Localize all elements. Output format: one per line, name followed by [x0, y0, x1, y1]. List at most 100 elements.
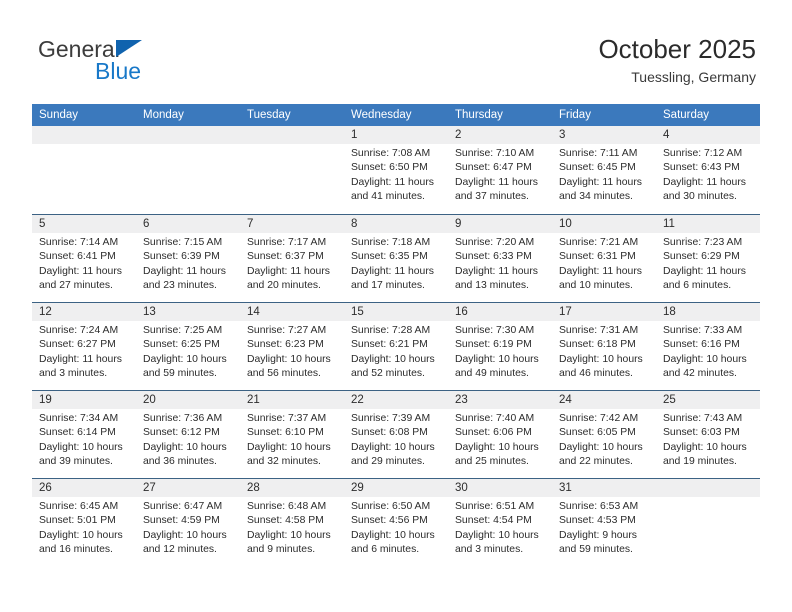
sunset-text: Sunset: 6:21 PM: [351, 339, 428, 351]
weekday-header-sunday: Sunday: [39, 109, 79, 121]
calendar-day-cell[interactable]: 6 Sunrise: 7:15 AM Sunset: 6:39 PM Daylight…: [136, 215, 240, 302]
sunrise-text: Sunrise: 6:47 AM: [143, 501, 223, 512]
calendar-day-cell[interactable]: 17 Sunrise: 7:31 AM Sunset: 6:18 PM Dayligh…: [552, 303, 656, 390]
brand-logo[interactable]: General Blue: [38, 36, 278, 92]
calendar-day-cell[interactable]: 3 Sunrise: 7:11 AM Sunset: 6:45 PM Daylight…: [552, 126, 656, 214]
sunset-text: Sunset: 6:50 PM: [351, 162, 428, 174]
calendar-day-cell[interactable]: 22 Sunrise: 7:39 AM Sunset: 6:08 PM Dayligh…: [344, 391, 448, 478]
calendar-day-cell[interactable]: 21 Sunrise: 7:37 AM Sunset: 6:10 PM Dayligh…: [240, 391, 344, 478]
page-title: October 2025: [598, 34, 756, 64]
calendar-day-cell[interactable]: 29 Sunrise: 6:50 AM Sunset: 4:56 PM Dayligh…: [344, 479, 448, 566]
calendar-week-row: 1 Sunrise: 7:08 AM Sunset: 6:50 PM Daylight…: [32, 126, 760, 214]
calendar-day-cell[interactable]: 19 Sunrise: 7:34 AM Sunset: 6:14 PM Dayligh…: [32, 391, 136, 478]
sunset-text: Sunset: 6:18 PM: [559, 339, 636, 351]
daylight-text: Daylight: 10 hours and 46 minutes.: [559, 353, 643, 380]
day-details: Sunrise: 7:43 AM Sunset: 6:03 PM Daylight:…: [656, 409, 760, 470]
sunset-text: Sunset: 6:31 PM: [559, 251, 636, 263]
sunrise-text: Sunrise: 7:25 AM: [143, 325, 223, 336]
day-details: Sunrise: 6:45 AM Sunset: 5:01 PM Daylight:…: [32, 497, 136, 558]
sunset-text: Sunset: 6:37 PM: [247, 251, 324, 263]
calendar-day-cell[interactable]: 30 Sunrise: 6:51 AM Sunset: 4:54 PM Dayligh…: [448, 479, 552, 566]
calendar-day-cell[interactable]: 24 Sunrise: 7:42 AM Sunset: 6:05 PM Dayligh…: [552, 391, 656, 478]
day-details: Sunrise: 7:12 AM Sunset: 6:43 PM Daylight:…: [656, 144, 760, 205]
day-number: 17: [552, 303, 656, 321]
day-number: 5: [32, 215, 136, 233]
calendar-day-cell[interactable]: 11 Sunrise: 7:23 AM Sunset: 6:29 PM Dayligh…: [656, 215, 760, 302]
calendar-day-cell[interactable]: 16 Sunrise: 7:30 AM Sunset: 6:19 PM Dayligh…: [448, 303, 552, 390]
calendar-day-cell[interactable]: 26 Sunrise: 6:45 AM Sunset: 5:01 PM Dayligh…: [32, 479, 136, 566]
day-details: Sunrise: 7:14 AM Sunset: 6:41 PM Daylight:…: [32, 233, 136, 294]
calendar-day-cell[interactable]: 31 Sunrise: 6:53 AM Sunset: 4:53 PM Dayligh…: [552, 479, 656, 566]
calendar-day-cell[interactable]: 28 Sunrise: 6:48 AM Sunset: 4:58 PM Dayligh…: [240, 479, 344, 566]
day-number: [656, 479, 760, 497]
daylight-text: Daylight: 10 hours and 59 minutes.: [143, 353, 227, 380]
sunrise-text: Sunrise: 6:50 AM: [351, 501, 431, 512]
sunrise-text: Sunrise: 6:45 AM: [39, 501, 119, 512]
sunrise-text: Sunrise: 7:33 AM: [663, 325, 743, 336]
sunset-text: Sunset: 4:53 PM: [559, 515, 636, 527]
sunset-text: Sunset: 6:10 PM: [247, 427, 324, 439]
sunrise-text: Sunrise: 7:39 AM: [351, 413, 431, 424]
day-number: 29: [344, 479, 448, 497]
calendar-grid: Sunday Monday Tuesday Wednesday Thursday…: [32, 104, 760, 566]
day-details: Sunrise: 7:25 AM Sunset: 6:25 PM Daylight:…: [136, 321, 240, 382]
day-number: 12: [32, 303, 136, 321]
calendar-day-cell[interactable]: 13 Sunrise: 7:25 AM Sunset: 6:25 PM Dayligh…: [136, 303, 240, 390]
day-details: Sunrise: 7:36 AM Sunset: 6:12 PM Daylight:…: [136, 409, 240, 470]
day-details: Sunrise: 7:31 AM Sunset: 6:18 PM Daylight:…: [552, 321, 656, 382]
calendar-day-cell[interactable]: 1 Sunrise: 7:08 AM Sunset: 6:50 PM Daylight…: [344, 126, 448, 214]
daylight-text: Daylight: 10 hours and 52 minutes.: [351, 353, 435, 380]
calendar-day-cell[interactable]: 10 Sunrise: 7:21 AM Sunset: 6:31 PM Dayligh…: [552, 215, 656, 302]
sunrise-text: Sunrise: 7:34 AM: [39, 413, 119, 424]
calendar-day-cell[interactable]: 7 Sunrise: 7:17 AM Sunset: 6:37 PM Daylight…: [240, 215, 344, 302]
sunrise-text: Sunrise: 7:42 AM: [559, 413, 639, 424]
sunset-text: Sunset: 4:56 PM: [351, 515, 428, 527]
brand-name-top: General: [38, 36, 120, 62]
calendar-day-cell[interactable]: 18 Sunrise: 7:33 AM Sunset: 6:16 PM Dayligh…: [656, 303, 760, 390]
calendar-day-cell-empty: [136, 126, 240, 214]
day-number: 25: [656, 391, 760, 409]
sunset-text: Sunset: 6:47 PM: [455, 162, 532, 174]
day-details: Sunrise: 7:33 AM Sunset: 6:16 PM Daylight:…: [656, 321, 760, 382]
daylight-text: Daylight: 11 hours and 17 minutes.: [351, 265, 434, 292]
sunset-text: Sunset: 6:08 PM: [351, 427, 428, 439]
calendar-day-cell[interactable]: 4 Sunrise: 7:12 AM Sunset: 6:43 PM Daylight…: [656, 126, 760, 214]
calendar-day-cell[interactable]: 5 Sunrise: 7:14 AM Sunset: 6:41 PM Daylight…: [32, 215, 136, 302]
calendar-day-cell[interactable]: 25 Sunrise: 7:43 AM Sunset: 6:03 PM Dayligh…: [656, 391, 760, 478]
page-header: General Blue October 2025 Tuessling, Ger…: [0, 0, 792, 104]
sunrise-text: Sunrise: 7:24 AM: [39, 325, 119, 336]
sunrise-text: Sunrise: 7:30 AM: [455, 325, 535, 336]
calendar-day-cell[interactable]: 2 Sunrise: 7:10 AM Sunset: 6:47 PM Daylight…: [448, 126, 552, 214]
calendar-day-cell[interactable]: 12 Sunrise: 7:24 AM Sunset: 6:27 PM Dayligh…: [32, 303, 136, 390]
day-number: 9: [448, 215, 552, 233]
sunrise-text: Sunrise: 6:51 AM: [455, 501, 535, 512]
calendar-day-cell-empty: [240, 126, 344, 214]
day-details: Sunrise: 7:20 AM Sunset: 6:33 PM Daylight:…: [448, 233, 552, 294]
calendar-day-cell[interactable]: 8 Sunrise: 7:18 AM Sunset: 6:35 PM Daylight…: [344, 215, 448, 302]
day-number: 15: [344, 303, 448, 321]
sunrise-text: Sunrise: 7:18 AM: [351, 237, 431, 248]
sunset-text: Sunset: 6:39 PM: [143, 251, 220, 263]
calendar-day-cell[interactable]: 20 Sunrise: 7:36 AM Sunset: 6:12 PM Dayligh…: [136, 391, 240, 478]
sunrise-text: Sunrise: 7:31 AM: [559, 325, 639, 336]
daylight-text: Daylight: 11 hours and 3 minutes.: [39, 353, 122, 380]
calendar-day-cell[interactable]: 27 Sunrise: 6:47 AM Sunset: 4:59 PM Dayligh…: [136, 479, 240, 566]
day-number: [136, 126, 240, 144]
day-details: Sunrise: 7:17 AM Sunset: 6:37 PM Daylight:…: [240, 233, 344, 294]
day-number: 28: [240, 479, 344, 497]
sunset-text: Sunset: 6:06 PM: [455, 427, 532, 439]
day-number: 2: [448, 126, 552, 144]
calendar-day-cell[interactable]: 23 Sunrise: 7:40 AM Sunset: 6:06 PM Dayligh…: [448, 391, 552, 478]
daylight-text: Daylight: 10 hours and 22 minutes.: [559, 441, 643, 468]
sunset-text: Sunset: 6:41 PM: [39, 251, 116, 263]
day-number: 14: [240, 303, 344, 321]
calendar-day-cell[interactable]: 15 Sunrise: 7:28 AM Sunset: 6:21 PM Dayligh…: [344, 303, 448, 390]
daylight-text: Daylight: 10 hours and 29 minutes.: [351, 441, 435, 468]
calendar-page: General Blue October 2025 Tuessling, Ger…: [0, 0, 792, 612]
calendar-day-cell[interactable]: 9 Sunrise: 7:20 AM Sunset: 6:33 PM Daylight…: [448, 215, 552, 302]
sunset-text: Sunset: 6:12 PM: [143, 427, 220, 439]
weekday-header-thursday: Thursday: [455, 109, 503, 121]
calendar-day-cell[interactable]: 14 Sunrise: 7:27 AM Sunset: 6:23 PM Dayligh…: [240, 303, 344, 390]
sunrise-text: Sunrise: 7:10 AM: [455, 148, 535, 159]
daylight-text: Daylight: 11 hours and 41 minutes.: [351, 176, 434, 203]
